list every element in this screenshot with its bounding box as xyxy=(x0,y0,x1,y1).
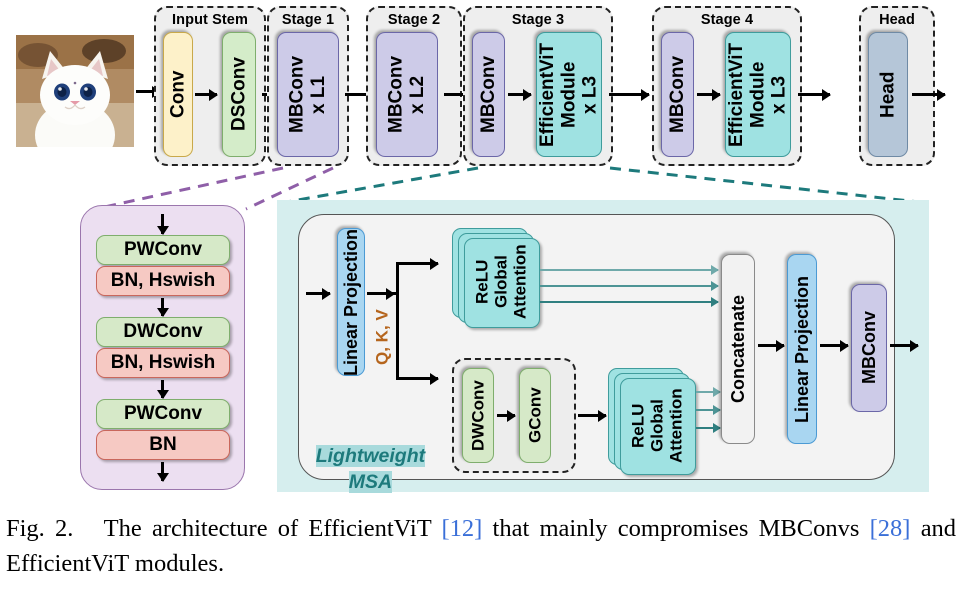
block-stage4-mbconv[interactable]: MBConv xyxy=(661,32,694,157)
arrow-evit-in xyxy=(306,292,330,296)
arrow-mbconv-mid-2 xyxy=(161,380,165,398)
msa-line-2: MSA xyxy=(348,471,393,493)
leader-evit-left xyxy=(280,166,479,205)
leader-mbconv-left xyxy=(94,166,284,211)
caption-ref-1[interactable]: [12] xyxy=(441,515,482,542)
arrow-attn-top-1 xyxy=(540,269,718,272)
group-label-stage-1: Stage 1 xyxy=(281,12,335,28)
block-stage4-evit[interactable]: EfficientViT Module x L3 xyxy=(725,32,791,157)
lightweight-msa-label-2: MSA xyxy=(300,448,430,494)
caption-prefix: Fig. 2. xyxy=(6,515,74,542)
arrow-attn-bot-3 xyxy=(696,427,720,430)
block-pwconv-2[interactable]: PWConv xyxy=(96,399,230,429)
block-dwconv[interactable]: DWConv xyxy=(462,368,494,463)
arrow-attn-bot-1 xyxy=(696,391,720,394)
arrow-stage4-to-head xyxy=(798,93,830,97)
arrow-concat-to-linproj xyxy=(758,344,784,348)
block-dwconv-detail[interactable]: DWConv xyxy=(96,317,230,347)
block-pwconv-1[interactable]: PWConv xyxy=(96,235,230,265)
group-label-stage-2: Stage 2 xyxy=(387,12,441,28)
group-label-stage-4: Stage 4 xyxy=(700,12,754,28)
figure-caption: Fig. 2. The architecture of EfficientViT… xyxy=(6,512,956,582)
group-label-head: Head xyxy=(879,12,915,28)
attention-bottom-label: ReLU Global Attention xyxy=(628,388,686,463)
arrow-stage3-to-stage4 xyxy=(609,93,649,97)
attention-top-label: ReLU Global Attention xyxy=(472,244,530,320)
block-stage2-mbconv[interactable]: MBConv x L2 xyxy=(376,32,438,157)
caption-part2: that mainly compromises MBConvs xyxy=(492,515,860,542)
block-linear-projection-out[interactable]: Linear Projection xyxy=(787,254,817,444)
qkv-label: Q, K, V xyxy=(372,309,392,365)
arrow-branch-bottom xyxy=(396,377,438,381)
arrow-linproj-to-mbconv xyxy=(820,344,848,348)
split-bus-entry xyxy=(367,292,399,296)
arrow-mbconv-in xyxy=(161,214,165,234)
arrow-attn-top-2 xyxy=(540,285,718,288)
block-conv[interactable]: Conv xyxy=(163,32,193,157)
arrow-stage3-mbconv-to-evit xyxy=(508,93,531,97)
arrow-conv-to-dsconv xyxy=(195,93,217,97)
group-label-stage-3: Stage 3 xyxy=(511,12,565,28)
attention-stack-bottom[interactable]: ReLU Global Attention xyxy=(608,368,696,476)
arrow-stage4-mbconv-to-evit xyxy=(697,93,720,97)
block-stage3-mbconv[interactable]: MBConv xyxy=(472,32,505,157)
block-bn-hswish-1[interactable]: BN, Hswish xyxy=(96,266,230,296)
block-stage3-evit[interactable]: EfficientViT Module x L3 xyxy=(536,32,602,157)
split-bus-vertical xyxy=(396,262,400,380)
attention-stack-top[interactable]: ReLU Global Attention xyxy=(452,228,540,328)
arrow-attn-bot-2 xyxy=(696,409,720,412)
arrow-mbconv-out xyxy=(161,462,165,481)
arrow-attn-top-3 xyxy=(540,301,718,304)
input-image xyxy=(16,35,134,147)
caption-ref-2[interactable]: [28] xyxy=(870,515,911,542)
caption-part1: The architecture of EfficientViT xyxy=(103,515,432,542)
block-concatenate[interactable]: Concatenate xyxy=(721,254,755,444)
block-bn-hswish-2[interactable]: BN, Hswish xyxy=(96,348,230,378)
arrow-head-output xyxy=(912,93,945,97)
arrow-dwconv-to-gconv xyxy=(497,414,515,418)
block-gconv[interactable]: GConv xyxy=(519,368,551,463)
arrow-mbconv-mid-1 xyxy=(161,298,165,316)
arrow-branch-top xyxy=(396,262,438,266)
block-bn[interactable]: BN xyxy=(96,430,230,460)
group-label-input-stem: Input Stem xyxy=(172,12,248,28)
block-dsconv[interactable]: DSConv xyxy=(222,32,256,157)
block-head[interactable]: Head xyxy=(868,32,908,157)
arrow-gconv-to-attention xyxy=(578,414,606,418)
leader-evit-right xyxy=(609,166,929,205)
block-evit-mbconv[interactable]: MBConv xyxy=(851,284,887,412)
block-linear-projection-in[interactable]: Linear Projection xyxy=(337,228,365,376)
block-stage1-mbconv[interactable]: MBConv x L1 xyxy=(277,32,339,157)
cat-photo-svg xyxy=(16,35,134,147)
arrow-evit-out xyxy=(890,344,918,348)
